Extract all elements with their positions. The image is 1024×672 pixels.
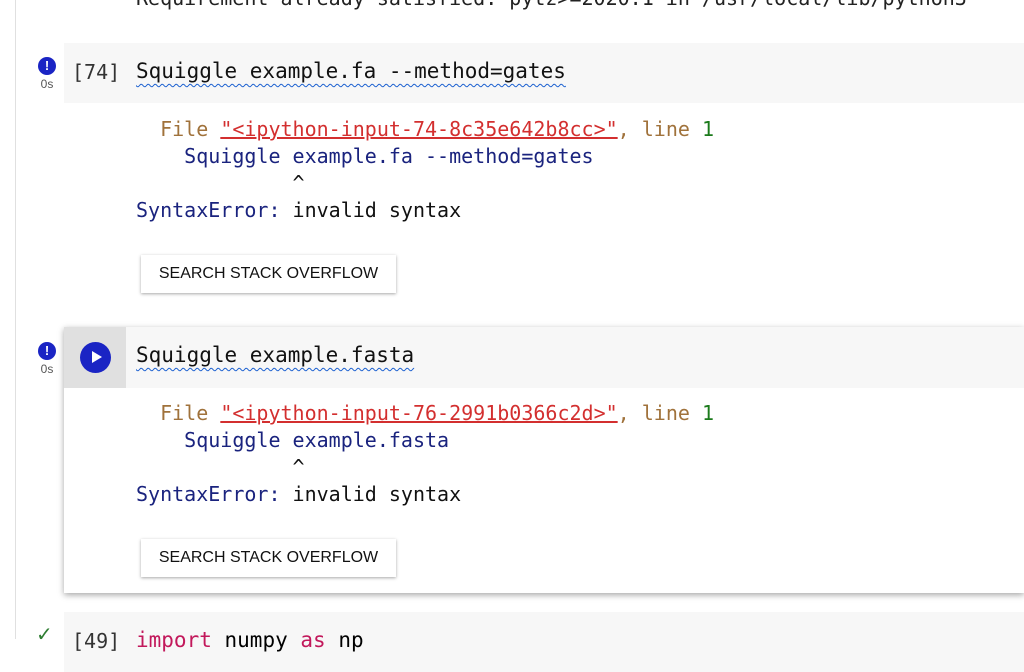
error-type: SyntaxError: [136,198,281,222]
line-label: , line [617,117,690,141]
error-message: invalid syntax [292,198,462,222]
check-icon: ✓ [36,624,53,646]
caret: ^ [292,171,305,195]
module: numpy [224,628,288,652]
line-number: 1 [701,117,715,141]
exec-count: [49] [72,629,121,653]
keyword: import [136,628,212,652]
cell-output: File "<ipython-input-74-8c35e642b8cc>", … [136,116,714,224]
code-editor[interactable]: Squiggle example.fa --method=gates [136,59,566,83]
file-label: File [160,117,209,141]
exec-time: 0s [40,362,54,376]
previous-output: Requirement already satisfied: pytz>=202… [136,0,967,10]
error-type: SyntaxError: [136,482,281,506]
run-area[interactable] [64,327,126,388]
code-cell[interactable]: [74] Squiggle example.fa --method=gates … [64,43,1024,303]
cell-input[interactable]: Squiggle example.fasta [64,327,1024,388]
code-editor[interactable]: import numpy as np [136,628,364,652]
run-button-icon[interactable] [80,342,111,373]
cell-output: File "<ipython-input-76-2991b0366c2d>", … [136,400,714,508]
error-message: invalid syntax [292,482,462,506]
line-label: , line [617,401,690,425]
line-number: 1 [701,401,715,425]
cell-input[interactable]: [49] import numpy as np [64,612,1024,672]
code-cell[interactable]: [49] import numpy as np [64,612,1024,672]
cell-status: ! 0s [37,342,57,376]
file-link[interactable]: "<ipython-input-74-8c35e642b8cc>" [220,117,617,141]
keyword: as [300,628,326,652]
code-line: Squiggle example.fa --method=gates [184,144,594,168]
error-icon: ! [38,57,56,75]
search-stack-overflow-button[interactable]: SEARCH STACK OVERFLOW [141,539,396,577]
error-icon: ! [38,342,56,360]
gutter-line [15,0,16,639]
file-link[interactable]: "<ipython-input-76-2991b0366c2d>" [220,401,617,425]
caret: ^ [292,455,305,479]
exec-time: 0s [40,77,54,91]
exec-count: [74] [72,60,121,84]
code-cell-selected[interactable]: Squiggle example.fasta File "<ipython-in… [64,327,1024,593]
code-editor[interactable]: Squiggle example.fasta [136,343,414,367]
file-label: File [160,401,209,425]
cell-status: ! 0s [37,57,57,91]
search-stack-overflow-button[interactable]: SEARCH STACK OVERFLOW [141,255,396,293]
alias: np [338,628,364,652]
code-line: Squiggle example.fasta [184,428,450,452]
cell-input[interactable]: [74] Squiggle example.fa --method=gates [64,43,1024,103]
